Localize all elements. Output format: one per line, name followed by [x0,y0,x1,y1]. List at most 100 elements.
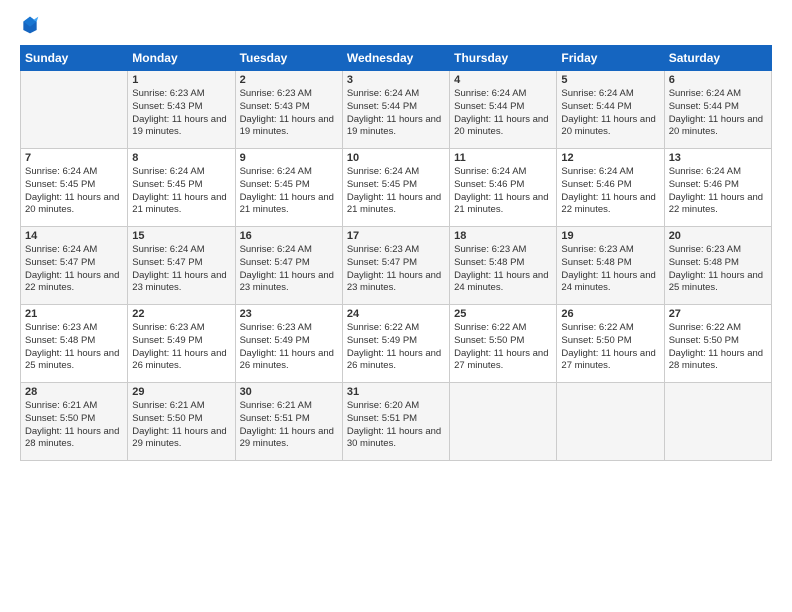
day-number: 12 [561,152,659,164]
calendar-cell: 2 Sunrise: 6:23 AMSunset: 5:43 PMDaylight… [235,71,342,149]
week-row-5: 28 Sunrise: 6:21 AMSunset: 5:50 PMDayligh… [21,383,772,461]
calendar-cell: 14Sunrise: 6:24 AMSunset: 5:47 PMDayligh… [21,227,128,305]
day-number: 20 [669,230,767,242]
day-number: 2 [240,74,338,86]
day-number: 29 [132,386,230,398]
calendar-cell: 1Sunrise: 6:23 AMSunset: 5:43 PMDaylight… [128,71,235,149]
cell-details: Sunrise: 6:23 AMSunset: 5:43 PMDaylight:… [240,88,338,139]
header-row: SundayMondayTuesdayWednesdayThursdayFrid… [21,46,772,71]
day-number: 3 [347,74,445,86]
calendar-cell: 30 Sunrise: 6:21 AMSunset: 5:51 PMDayligh… [235,383,342,461]
calendar-cell: 6 Sunrise: 6:24 AMSunset: 5:44 PMDaylight… [664,71,771,149]
cell-details: Sunrise: 6:24 AMSunset: 5:45 PMDaylight:… [347,166,445,217]
cell-details: Sunrise: 6:24 AMSunset: 5:44 PMDaylight:… [454,88,552,139]
cell-details: Sunrise: 6:21 AMSunset: 5:51 PMDaylight:… [240,400,338,451]
calendar-cell: 25Sunrise: 6:22 AMSunset: 5:50 PMDayligh… [450,305,557,383]
col-header-friday: Friday [557,46,664,71]
day-number: 13 [669,152,767,164]
col-header-tuesday: Tuesday [235,46,342,71]
cell-details: Sunrise: 6:22 AMSunset: 5:50 PMDaylight:… [669,322,767,373]
cell-details: Sunrise: 6:24 AMSunset: 5:46 PMDaylight:… [454,166,552,217]
cell-details: Sunrise: 6:20 AMSunset: 5:51 PMDaylight:… [347,400,445,451]
day-number: 22 [132,308,230,320]
day-number: 9 [240,152,338,164]
logo [20,15,44,35]
day-number: 6 [669,74,767,86]
calendar-cell: 11 Sunrise: 6:24 AMSunset: 5:46 PMDayligh… [450,149,557,227]
cell-details: Sunrise: 6:23 AMSunset: 5:47 PMDaylight:… [347,244,445,295]
cell-details: Sunrise: 6:23 AMSunset: 5:49 PMDaylight:… [240,322,338,373]
calendar-cell: 12 Sunrise: 6:24 AMSunset: 5:46 PMDayligh… [557,149,664,227]
day-number: 31 [347,386,445,398]
calendar-cell: 8Sunrise: 6:24 AMSunset: 5:45 PMDaylight… [128,149,235,227]
day-number: 28 [25,386,123,398]
cell-details: Sunrise: 6:24 AMSunset: 5:44 PMDaylight:… [561,88,659,139]
calendar-cell [557,383,664,461]
cell-details: Sunrise: 6:24 AMSunset: 5:47 PMDaylight:… [25,244,123,295]
calendar-cell: 22 Sunrise: 6:23 AMSunset: 5:49 PMDayligh… [128,305,235,383]
calendar-cell: 21 Sunrise: 6:23 AMSunset: 5:48 PMDayligh… [21,305,128,383]
cell-details: Sunrise: 6:23 AMSunset: 5:49 PMDaylight:… [132,322,230,373]
day-number: 1 [132,74,230,86]
calendar-cell: 13 Sunrise: 6:24 AMSunset: 5:46 PMDayligh… [664,149,771,227]
day-number: 18 [454,230,552,242]
calendar-cell: 16 Sunrise: 6:24 AMSunset: 5:47 PMDayligh… [235,227,342,305]
day-number: 11 [454,152,552,164]
cell-details: Sunrise: 6:22 AMSunset: 5:50 PMDaylight:… [561,322,659,373]
day-number: 21 [25,308,123,320]
cell-details: Sunrise: 6:24 AMSunset: 5:44 PMDaylight:… [669,88,767,139]
calendar-cell: 10 Sunrise: 6:24 AMSunset: 5:45 PMDayligh… [342,149,449,227]
day-number: 10 [347,152,445,164]
calendar-table: SundayMondayTuesdayWednesdayThursdayFrid… [20,45,772,461]
col-header-saturday: Saturday [664,46,771,71]
col-header-monday: Monday [128,46,235,71]
calendar-cell: 23Sunrise: 6:23 AMSunset: 5:49 PMDayligh… [235,305,342,383]
calendar-cell: 7 Sunrise: 6:24 AMSunset: 5:45 PMDaylight… [21,149,128,227]
day-number: 17 [347,230,445,242]
calendar-cell: 29 Sunrise: 6:21 AMSunset: 5:50 PMDayligh… [128,383,235,461]
cell-details: Sunrise: 6:24 AMSunset: 5:46 PMDaylight:… [561,166,659,217]
cell-details: Sunrise: 6:22 AMSunset: 5:50 PMDaylight:… [454,322,552,373]
calendar-cell: 19 Sunrise: 6:23 AMSunset: 5:48 PMDayligh… [557,227,664,305]
calendar-cell: 26 Sunrise: 6:22 AMSunset: 5:50 PMDayligh… [557,305,664,383]
cell-details: Sunrise: 6:23 AMSunset: 5:48 PMDaylight:… [669,244,767,295]
calendar-cell [450,383,557,461]
calendar-cell: 31 Sunrise: 6:20 AMSunset: 5:51 PMDayligh… [342,383,449,461]
day-number: 4 [454,74,552,86]
cell-details: Sunrise: 6:22 AMSunset: 5:49 PMDaylight:… [347,322,445,373]
calendar-cell: 3Sunrise: 6:24 AMSunset: 5:44 PMDaylight… [342,71,449,149]
cell-details: Sunrise: 6:23 AMSunset: 5:48 PMDaylight:… [25,322,123,373]
week-row-4: 21 Sunrise: 6:23 AMSunset: 5:48 PMDayligh… [21,305,772,383]
day-number: 16 [240,230,338,242]
calendar-cell: 20 Sunrise: 6:23 AMSunset: 5:48 PMDayligh… [664,227,771,305]
day-number: 27 [669,308,767,320]
calendar-cell [664,383,771,461]
week-row-1: 1 Sunrise: 6:23 AMSunset: 5:43 PMDaylight… [21,71,772,149]
calendar-cell [21,71,128,149]
cell-details: Sunrise: 6:23 AMSunset: 5:48 PMDaylight:… [561,244,659,295]
day-number: 30 [240,386,338,398]
col-header-sunday: Sunday [21,46,128,71]
day-number: 7 [25,152,123,164]
cell-details: Sunrise: 6:24 AMSunset: 5:45 PMDaylight:… [132,166,230,217]
cell-details: Sunrise: 6:21 AMSunset: 5:50 PMDaylight:… [132,400,230,451]
day-number: 19 [561,230,659,242]
calendar-cell: 24 Sunrise: 6:22 AMSunset: 5:49 PMDayligh… [342,305,449,383]
calendar-cell: 17 Sunrise: 6:23 AMSunset: 5:47 PMDayligh… [342,227,449,305]
week-row-3: 14Sunrise: 6:24 AMSunset: 5:47 PMDayligh… [21,227,772,305]
col-header-wednesday: Wednesday [342,46,449,71]
day-number: 26 [561,308,659,320]
calendar-cell: 4 Sunrise: 6:24 AMSunset: 5:44 PMDaylight… [450,71,557,149]
cell-details: Sunrise: 6:24 AMSunset: 5:47 PMDaylight:… [132,244,230,295]
calendar-cell: 9Sunrise: 6:24 AMSunset: 5:45 PMDaylight… [235,149,342,227]
calendar-cell: 5Sunrise: 6:24 AMSunset: 5:44 PMDaylight… [557,71,664,149]
cell-details: Sunrise: 6:23 AMSunset: 5:48 PMDaylight:… [454,244,552,295]
cell-details: Sunrise: 6:24 AMSunset: 5:47 PMDaylight:… [240,244,338,295]
cell-details: Sunrise: 6:21 AMSunset: 5:50 PMDaylight:… [25,400,123,451]
calendar-cell: 15Sunrise: 6:24 AMSunset: 5:47 PMDayligh… [128,227,235,305]
calendar-cell: 28 Sunrise: 6:21 AMSunset: 5:50 PMDayligh… [21,383,128,461]
cell-details: Sunrise: 6:24 AMSunset: 5:45 PMDaylight:… [25,166,123,217]
day-number: 24 [347,308,445,320]
col-header-thursday: Thursday [450,46,557,71]
cell-details: Sunrise: 6:24 AMSunset: 5:46 PMDaylight:… [669,166,767,217]
